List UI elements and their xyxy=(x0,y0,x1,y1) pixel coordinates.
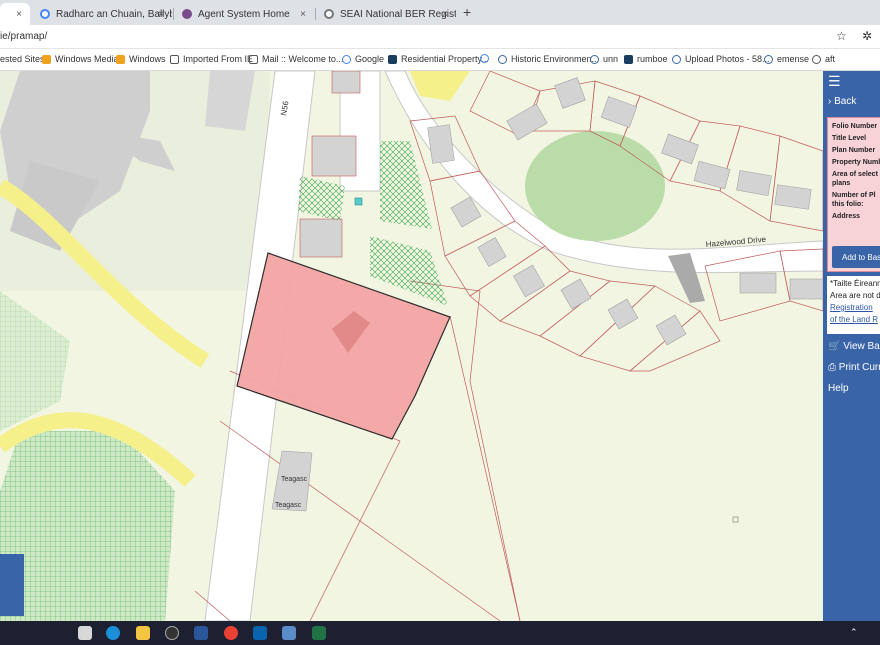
windows-icon xyxy=(116,54,125,64)
bookmark-star-icon[interactable]: ☆ xyxy=(836,29,847,43)
globe-icon xyxy=(324,9,334,19)
print-button[interactable]: ⎙ Print Curr xyxy=(828,362,880,373)
add-to-basket-button[interactable]: Add to Bas xyxy=(832,246,880,268)
close-tab-icon[interactable]: × xyxy=(442,9,448,20)
bookmark-item[interactable]: emense xyxy=(764,54,809,64)
globe-icon xyxy=(764,54,773,64)
tab-active[interactable]: × xyxy=(0,3,30,25)
windows-icon xyxy=(42,54,51,64)
field-title-level: Title Level xyxy=(832,135,867,142)
bookmark-item[interactable]: Windows xyxy=(116,54,166,64)
excel-icon[interactable] xyxy=(312,626,326,640)
field-area-selected: Area of select xyxy=(832,171,878,178)
bookmark-item[interactable]: Windows Media xyxy=(42,54,119,64)
field-plan-number: Plan Number xyxy=(832,147,876,154)
google-icon xyxy=(342,54,351,64)
address-bar: ie/pramap/ ☆ ✲ xyxy=(0,25,880,49)
land-registry-link[interactable]: of the Land R xyxy=(830,315,878,325)
bookmark-item[interactable]: rumboe xyxy=(624,54,668,64)
property-icon xyxy=(388,54,397,64)
bookmark-item[interactable] xyxy=(480,54,493,63)
tab-agent-system[interactable]: Agent System Home × xyxy=(174,3,314,25)
field-property-number: Property Numb xyxy=(832,159,880,166)
bookmark-item[interactable]: unn xyxy=(590,54,618,64)
close-tab-icon[interactable]: × xyxy=(158,9,164,20)
google-icon xyxy=(480,54,489,63)
map-view[interactable]: N56 Hazelwood Drive Teagasc Teagasc xyxy=(0,71,823,621)
task-view-icon[interactable] xyxy=(78,626,92,640)
bookmark-item[interactable]: Imported From IE xyxy=(170,54,253,64)
close-tab-icon[interactable]: × xyxy=(300,9,306,20)
tab-title: Agent System Home xyxy=(198,8,290,20)
new-tab-button[interactable]: + xyxy=(463,4,471,20)
tab-title: SEAI National BER Register xyxy=(340,8,456,20)
bookmark-item[interactable]: Mail :: Welcome to... xyxy=(249,54,343,64)
bookmark-item[interactable]: Google xyxy=(342,54,384,64)
field-area-selected-cont: plans xyxy=(832,180,851,187)
tab-radharc[interactable]: Radharc an Chuain, Ballyboe, R... × xyxy=(32,3,172,25)
bookmark-item[interactable]: Residential Property... xyxy=(388,54,489,64)
chrome-icon[interactable] xyxy=(224,626,238,640)
windows-taskbar: ⌃ xyxy=(0,621,880,645)
wordpress-icon xyxy=(498,54,507,64)
cart-icon: 🛒 xyxy=(828,341,841,352)
close-tab-icon[interactable]: × xyxy=(16,9,22,20)
file-explorer-icon[interactable] xyxy=(136,626,150,640)
printer-icon: ⎙ xyxy=(828,362,836,373)
bookmark-item[interactable]: Upload Photos - 58... xyxy=(672,54,770,64)
side-panel: ☰ › Back Folio Number Title Level Plan N… xyxy=(823,71,880,621)
view-basket-button[interactable]: 🛒 View Bask xyxy=(828,341,880,352)
dell-icon[interactable] xyxy=(165,626,179,640)
field-address: Address xyxy=(832,213,861,220)
upload-icon xyxy=(672,54,681,64)
field-number-of-plans: Number of Pl xyxy=(832,192,876,199)
word-icon[interactable] xyxy=(194,626,208,640)
tab-strip: × Radharc an Chuain, Ballyboe, R... × Ag… xyxy=(0,0,880,25)
back-button[interactable]: › Back xyxy=(828,96,856,107)
property-icon xyxy=(624,54,633,64)
extensions-icon[interactable]: ✲ xyxy=(862,29,872,43)
edge-icon[interactable] xyxy=(106,626,120,640)
map-zoom-control[interactable] xyxy=(0,554,24,616)
bookmark-item[interactable]: aft xyxy=(812,54,835,64)
help-link[interactable]: Help xyxy=(828,383,849,394)
globe-icon xyxy=(812,54,821,64)
building-label-teagasc: Teagasc xyxy=(281,476,308,483)
hamburger-menu-icon[interactable]: ☰ xyxy=(828,73,841,90)
folio-info-box: Folio Number Title Level Plan Number Pro… xyxy=(827,117,880,272)
bookmarks-bar: ested Sites Windows Media Windows Import… xyxy=(0,49,880,71)
bookmark-item[interactable]: Historic Environmen... xyxy=(498,54,599,64)
registration-link[interactable]: Registration xyxy=(830,303,873,313)
tab-seai-ber[interactable]: SEAI National BER Register × xyxy=(316,3,456,25)
google-icon xyxy=(40,9,50,19)
folder-icon xyxy=(170,54,179,64)
url-field[interactable]: ie/pramap/ xyxy=(0,31,47,42)
mail-icon xyxy=(249,54,258,64)
site-icon xyxy=(182,9,192,19)
field-folio-number: Folio Number xyxy=(832,123,878,130)
system-tray-chevron-icon[interactable]: ⌃ xyxy=(850,627,858,638)
chevron-right-icon: › xyxy=(828,96,832,107)
map-canvas[interactable]: N56 Hazelwood Drive Teagasc Teagasc xyxy=(0,71,823,621)
building-label-teagasc: Teagasc xyxy=(275,502,302,509)
bookmark-item[interactable]: ested Sites xyxy=(0,54,45,64)
photos-icon[interactable] xyxy=(282,626,296,640)
field-number-of-plans-cont: this folio: xyxy=(832,201,864,208)
tab-title: Radharc an Chuain, Ballyboe, R... xyxy=(56,8,172,20)
globe-icon xyxy=(590,54,599,64)
outlook-icon[interactable] xyxy=(253,626,267,640)
disclaimer-notice: *Tailte Éireann Area are not d Registrat… xyxy=(827,276,880,334)
